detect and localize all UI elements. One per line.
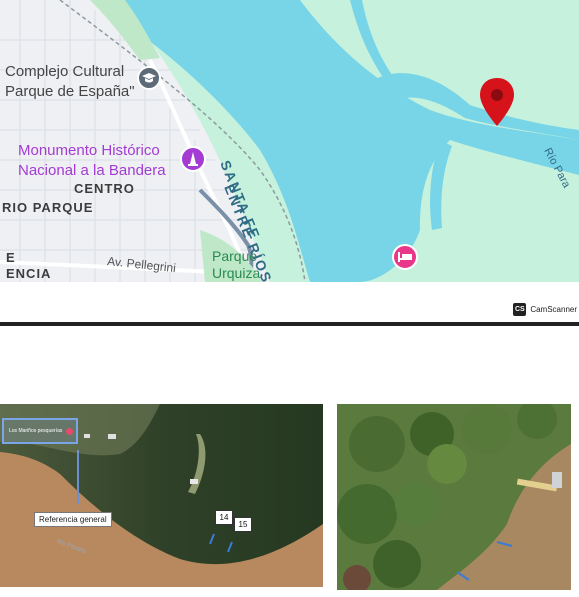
location-pin-icon[interactable] [480, 78, 514, 126]
label-encia: E ENCIA [6, 250, 52, 281]
camscanner-text: CamScanner [530, 304, 577, 314]
label-monumento: Monumento Histórico Nacional a la Bander… [18, 142, 166, 179]
label-rio-parque: RIO PARQUE [2, 200, 94, 215]
aerial-photo-drone [337, 404, 571, 590]
marker-14: 14 [215, 510, 233, 525]
monument-icon[interactable] [180, 146, 206, 172]
marker-15: 15 [234, 517, 252, 532]
aerial-photo-satellite: Los Mariños pesquerías Referencia genera… [0, 404, 323, 587]
hotel-icon[interactable] [392, 244, 418, 270]
map-panel[interactable]: Complejo Cultural Parque de España" Monu… [0, 0, 579, 286]
reference-general-label: Referencia general [34, 512, 112, 527]
location-dot-icon [66, 428, 73, 435]
label-complejo-cultural: Complejo Cultural Parque de España" [5, 63, 135, 100]
camscanner-watermark: CS CamScanner [513, 302, 577, 316]
label-centro: CENTRO [74, 181, 135, 196]
page-separator [0, 322, 579, 326]
reference-box-caption: Los Mariños pesquerías [9, 428, 63, 434]
graduation-cap-icon[interactable] [137, 66, 161, 90]
label-parque-urquiza: Parque Urquiza [212, 248, 261, 281]
camscanner-logo: CS [513, 302, 527, 316]
